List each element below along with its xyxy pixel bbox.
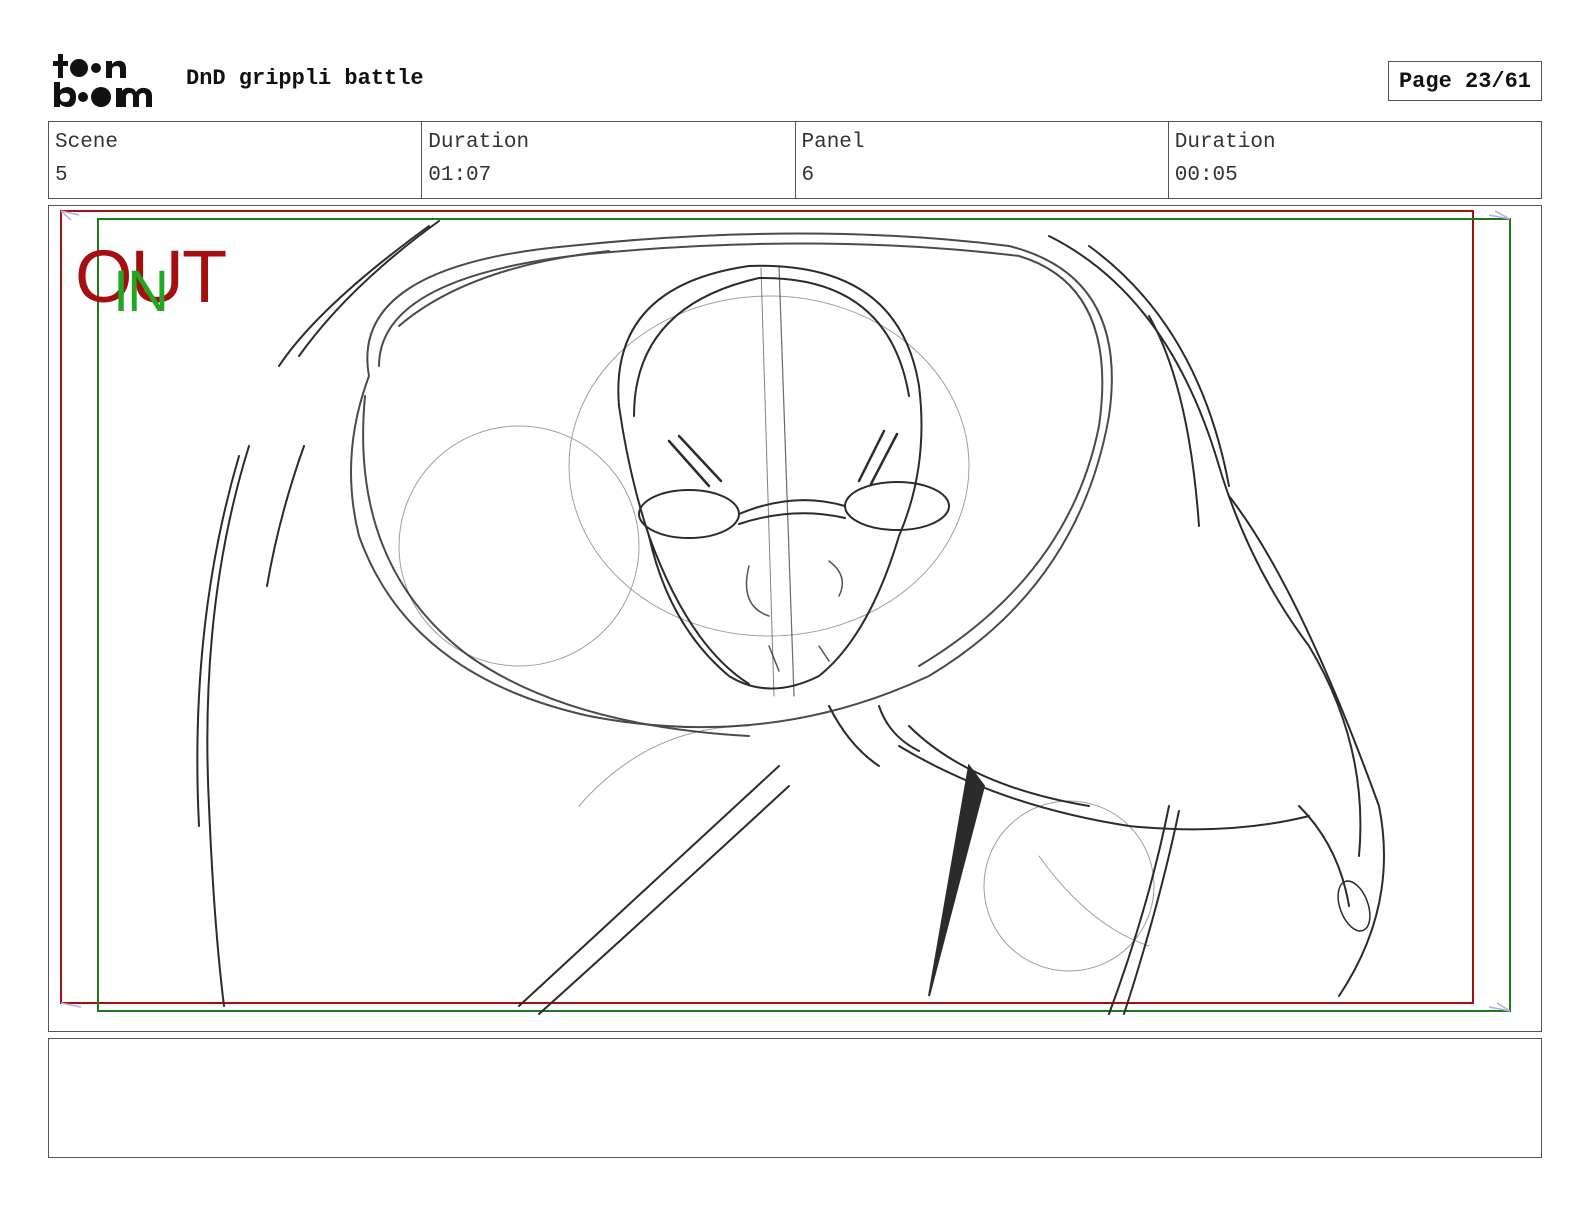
panel-duration-label: Duration (1174, 131, 1276, 154)
in-frame-label: IN (113, 259, 169, 324)
scene-duration-value: 01:07 (428, 164, 492, 187)
scene-duration-cell: Duration 01:07 (422, 122, 796, 198)
panel-cell: Panel 6 (796, 122, 1169, 198)
panel-duration-value: 00:05 (1174, 164, 1238, 187)
panel-sketch (60, 210, 1511, 1015)
page-label: Page (1398, 68, 1452, 94)
storyboard-panel[interactable]: OUT IN (48, 205, 1542, 1032)
character-sketch (196, 220, 1385, 1015)
caption-box[interactable] (48, 1038, 1542, 1158)
corner-arrows (60, 210, 1511, 1012)
panel-label: Panel (801, 131, 865, 154)
toonboom-logo (53, 54, 152, 107)
panel-duration-cell: Duration 00:05 (1169, 122, 1541, 198)
scene-value: 5 (55, 164, 68, 187)
in-frame (97, 218, 1511, 1012)
page-value: 23/61 (1465, 68, 1532, 94)
page-indicator: Page 23/61 (1388, 61, 1542, 101)
project-title: DnD grippli battle (186, 66, 424, 91)
out-frame (60, 210, 1474, 1004)
panel-value: 6 (801, 164, 815, 187)
scene-duration-label: Duration (428, 131, 530, 154)
panel-info-table: Scene 5 Duration 01:07 Panel 6 Duration … (48, 121, 1542, 199)
scene-label: Scene (55, 131, 119, 154)
scene-cell: Scene 5 (49, 122, 423, 198)
